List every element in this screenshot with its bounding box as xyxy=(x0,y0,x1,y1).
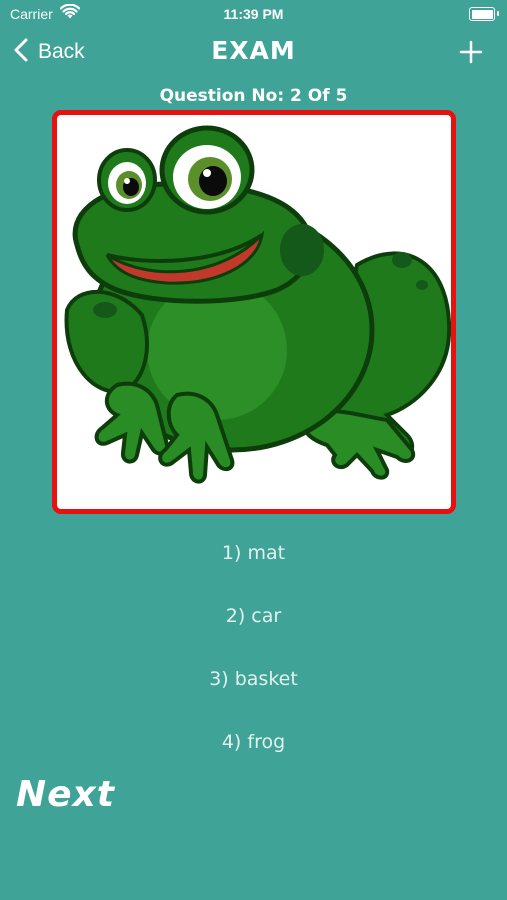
question-number: Question No: 2 Of 5 xyxy=(159,86,348,106)
page-title: EXAM xyxy=(211,36,296,65)
navigation-bar: Back EXAM xyxy=(0,30,507,80)
answer-option-3[interactable]: 3) basket xyxy=(0,668,507,690)
plus-icon xyxy=(459,40,483,68)
answer-option-2[interactable]: 2) car xyxy=(0,605,507,627)
next-button[interactable]: Next xyxy=(16,774,115,815)
battery-icon xyxy=(469,7,499,21)
frog-illustration xyxy=(64,125,451,484)
answer-option-4[interactable]: 4) frog xyxy=(0,731,507,753)
status-time: 11:39 PM xyxy=(223,6,284,22)
question-image xyxy=(52,110,456,514)
answer-option-1[interactable]: 1) mat xyxy=(0,542,507,564)
status-bar: Carrier 11:39 PM xyxy=(0,0,507,30)
add-button[interactable] xyxy=(459,40,483,68)
